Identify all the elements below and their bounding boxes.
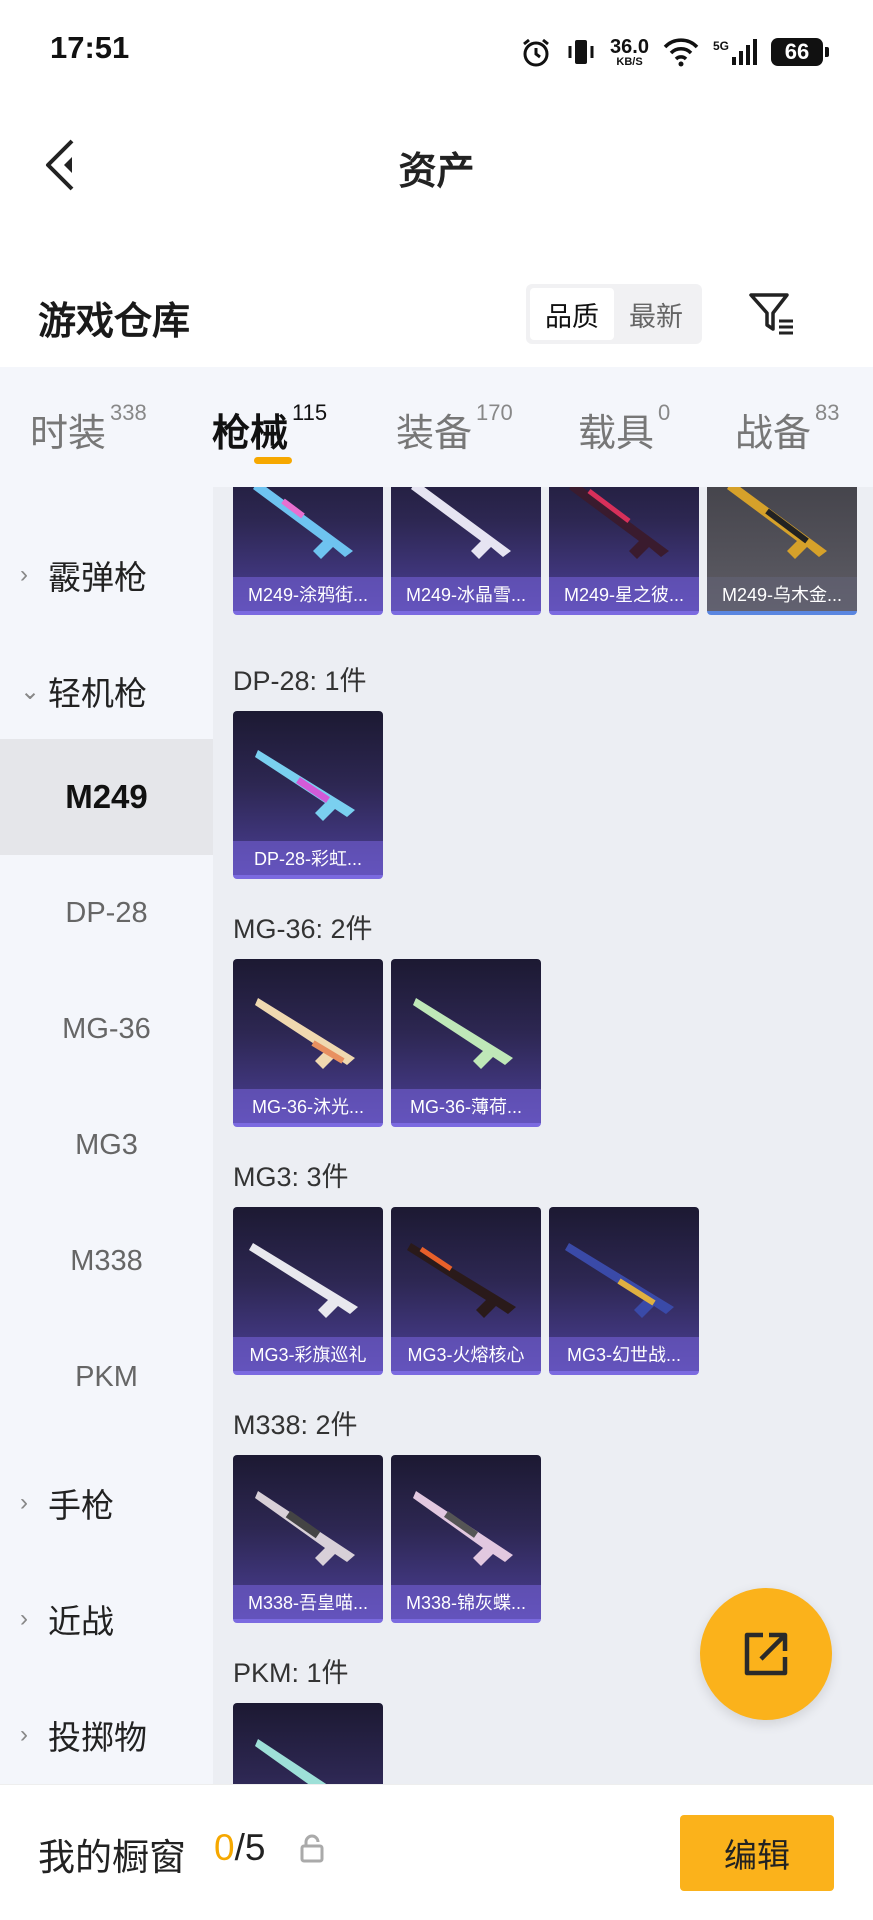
network-speed: 36.0 KB/S	[610, 35, 649, 68]
sidebar-item-dp28[interactable]: DP-28	[0, 855, 213, 971]
sidebar-item-m338[interactable]: M338	[0, 1203, 213, 1319]
showcase-bar: 我的橱窗 0/5 编辑	[0, 1784, 873, 1920]
gun-icon	[253, 487, 353, 559]
gun-icon	[411, 487, 511, 559]
status-icons: 36.0 KB/S 5G 66	[520, 32, 829, 72]
lock-icon	[300, 1834, 324, 1863]
item-card[interactable]: M249-星之彼...	[549, 487, 699, 615]
edit-button[interactable]: 编辑	[680, 1815, 834, 1891]
sidebar-category-throwables[interactable]: › 投掷物	[0, 1677, 213, 1793]
chevron-right-icon: ›	[20, 1489, 28, 1516]
gun-icon	[255, 1739, 327, 1784]
section-title-mg3: MG3: 3件	[233, 1162, 349, 1192]
item-card[interactable]: M338-锦灰蝶...	[391, 1455, 541, 1623]
nav-bar: 资产	[0, 110, 873, 220]
sidebar-item-mg3[interactable]: MG3	[0, 1087, 213, 1203]
gun-icon	[413, 998, 513, 1069]
share-fab-button[interactable]	[700, 1588, 832, 1720]
gun-icon	[407, 1243, 516, 1318]
chevron-down-icon: ⌄	[20, 677, 41, 705]
sidebar-item-m249[interactable]: M249	[0, 739, 213, 855]
chevron-right-icon: ›	[20, 1721, 28, 1748]
section-heading: 游戏仓库	[38, 301, 191, 343]
filter-icon	[749, 293, 793, 335]
item-card[interactable]: MG3-彩旗巡礼	[233, 1207, 383, 1375]
warehouse-header: 游戏仓库 品质 最新	[0, 270, 873, 360]
section-title-dp28: DP-28: 1件	[233, 666, 367, 696]
active-tab-indicator	[254, 457, 292, 464]
sidebar-category-melee[interactable]: › 近战	[0, 1561, 213, 1677]
item-card[interactable]: MG-36-沐光...	[233, 959, 383, 1127]
showcase-count: 0/5	[214, 1827, 266, 1868]
gun-icon	[249, 1243, 358, 1318]
status-bar: 17:51 36.0 KB/S 5G 66	[0, 0, 873, 100]
item-card[interactable]: DP-28-彩虹...	[233, 711, 383, 879]
sidebar-item-mg36[interactable]: MG-36	[0, 971, 213, 1087]
gun-icon	[255, 750, 355, 821]
sidebar-item-pkm[interactable]: PKM	[0, 1319, 213, 1435]
gun-icon	[565, 1243, 674, 1318]
sort-newest-button[interactable]: 最新	[614, 288, 698, 340]
tab-supplies[interactable]: 战备83	[735, 400, 840, 457]
section-title-m338: M338: 2件	[233, 1410, 358, 1440]
signal-icon: 5G	[713, 39, 757, 65]
item-card[interactable]	[233, 1703, 383, 1784]
chevron-right-icon: ›	[20, 561, 28, 588]
showcase-title: 我的橱窗	[38, 1837, 186, 1878]
item-card[interactable]: MG-36-薄荷...	[391, 959, 541, 1127]
gun-icon	[569, 487, 669, 559]
sidebar-category-lmg[interactable]: ⌄ 轻机枪	[0, 633, 213, 749]
section-title-mg36: MG-36: 2件	[233, 914, 373, 944]
item-card[interactable]: M249-涂鸦街...	[233, 487, 383, 615]
sort-quality-button[interactable]: 品质	[530, 288, 614, 340]
item-card[interactable]: M338-吾皇喵...	[233, 1455, 383, 1623]
gun-icon	[255, 1491, 355, 1566]
item-card[interactable]: M249-冰晶雪...	[391, 487, 541, 615]
external-link-icon	[744, 1632, 788, 1676]
gun-icon	[255, 998, 355, 1069]
sidebar: › 霰弹枪 ⌄ 轻机枪 M249 DP-28 MG-36 MG3 M338 PKM …	[0, 487, 213, 1784]
item-card[interactable]: MG3-幻世战...	[549, 1207, 699, 1375]
page-title: 资产	[398, 151, 475, 193]
chevron-right-icon: ›	[20, 1605, 28, 1632]
filter-button[interactable]	[740, 282, 802, 344]
item-card[interactable]: MG3-火熔核心	[391, 1207, 541, 1375]
status-time: 17:51	[50, 30, 130, 65]
category-tabs: 时装338 枪械115 装备170 载具0 战备83	[0, 367, 873, 487]
sidebar-category-pistol[interactable]: › 手枪	[0, 1445, 213, 1561]
sidebar-category-shotgun[interactable]: › 霰弹枪	[0, 517, 213, 633]
sort-toggle: 品质 最新	[526, 284, 702, 344]
alarm-icon	[523, 38, 549, 67]
vibrate-icon	[568, 40, 594, 64]
gun-icon	[727, 487, 827, 559]
section-title-pkm: PKM: 1件	[233, 1658, 349, 1688]
item-card[interactable]: M249-乌木金...	[707, 487, 857, 615]
tab-guns[interactable]: 枪械115	[212, 400, 327, 457]
wifi-icon	[663, 38, 699, 67]
tab-equipment[interactable]: 装备170	[396, 400, 513, 457]
tab-fashion[interactable]: 时装338	[30, 400, 147, 457]
battery-icon: 66	[771, 38, 829, 66]
tab-vehicles[interactable]: 载具0	[578, 400, 670, 457]
gun-icon	[413, 1491, 513, 1566]
